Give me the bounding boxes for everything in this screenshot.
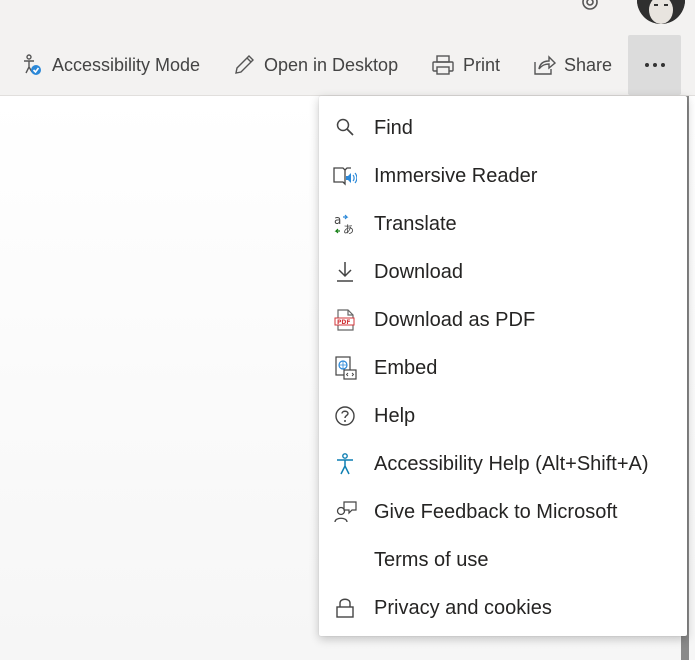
help-icon	[333, 404, 357, 428]
menu-item-download-as-pdf[interactable]: PDF Download as PDF	[319, 296, 687, 344]
top-toolbar: Accessibility Mode Open in Desktop Print	[0, 0, 695, 96]
menu-item-label: Download as PDF	[374, 308, 536, 331]
menu-item-label: Help	[374, 404, 416, 427]
menu-item-translate[interactable]: a あ Translate	[319, 200, 687, 248]
accessibility-mode-button[interactable]: Accessibility Mode	[20, 40, 200, 90]
menu-item-help[interactable]: Help	[319, 392, 687, 440]
share-label: Share	[564, 54, 613, 75]
translate-icon: a あ	[333, 212, 357, 236]
menu-item-embed[interactable]: Embed	[319, 344, 687, 392]
settings-gear-icon[interactable]	[578, 0, 602, 14]
share-button[interactable]: Share	[532, 40, 612, 90]
immersive-reader-icon	[333, 164, 357, 188]
accessibility-mode-label: Accessibility Mode	[52, 54, 201, 75]
menu-item-download[interactable]: Download	[319, 248, 687, 296]
lock-icon	[333, 596, 357, 620]
ellipsis-icon	[643, 62, 667, 68]
menu-item-accessibility-help[interactable]: Accessibility Help (Alt+Shift+A)	[319, 440, 687, 488]
feedback-icon	[333, 500, 357, 524]
menu-item-immersive-reader[interactable]: Immersive Reader	[319, 152, 687, 200]
printer-icon	[431, 53, 455, 77]
menu-item-label: Immersive Reader	[374, 164, 538, 187]
pencil-icon	[232, 53, 256, 77]
embed-icon	[333, 356, 357, 380]
open-in-desktop-button[interactable]: Open in Desktop	[232, 40, 398, 90]
more-options-menu: Find Immersive Reader a あ Translate Down…	[319, 96, 687, 636]
user-avatar[interactable]	[637, 0, 685, 24]
menu-item-label: Privacy and cookies	[374, 596, 552, 619]
download-icon	[333, 260, 357, 284]
accessibility-mode-icon	[20, 53, 44, 77]
menu-item-label: Find	[374, 116, 413, 139]
menu-item-give-feedback[interactable]: Give Feedback to Microsoft	[319, 488, 687, 536]
open-in-desktop-label: Open in Desktop	[264, 54, 399, 75]
share-icon	[532, 53, 556, 77]
search-icon	[333, 116, 357, 140]
menu-item-terms-of-use[interactable]: Terms of use	[319, 536, 687, 584]
menu-item-label: Terms of use	[374, 548, 489, 571]
svg-text:PDF: PDF	[337, 319, 350, 326]
accessibility-icon	[333, 452, 357, 476]
menu-item-label: Download	[374, 260, 463, 283]
print-label: Print	[463, 54, 501, 75]
menu-item-privacy-and-cookies[interactable]: Privacy and cookies	[319, 584, 687, 632]
svg-text:あ: あ	[343, 223, 354, 236]
menu-item-label: Accessibility Help (Alt+Shift+A)	[374, 452, 649, 475]
more-options-button[interactable]	[628, 35, 681, 95]
print-button[interactable]: Print	[431, 40, 500, 90]
svg-text:a: a	[334, 213, 341, 227]
menu-item-label: Embed	[374, 356, 438, 379]
menu-item-label: Translate	[374, 212, 457, 235]
pdf-icon: PDF	[333, 308, 357, 332]
menu-item-label: Give Feedback to Microsoft	[374, 500, 618, 523]
menu-item-find[interactable]: Find	[319, 104, 687, 152]
